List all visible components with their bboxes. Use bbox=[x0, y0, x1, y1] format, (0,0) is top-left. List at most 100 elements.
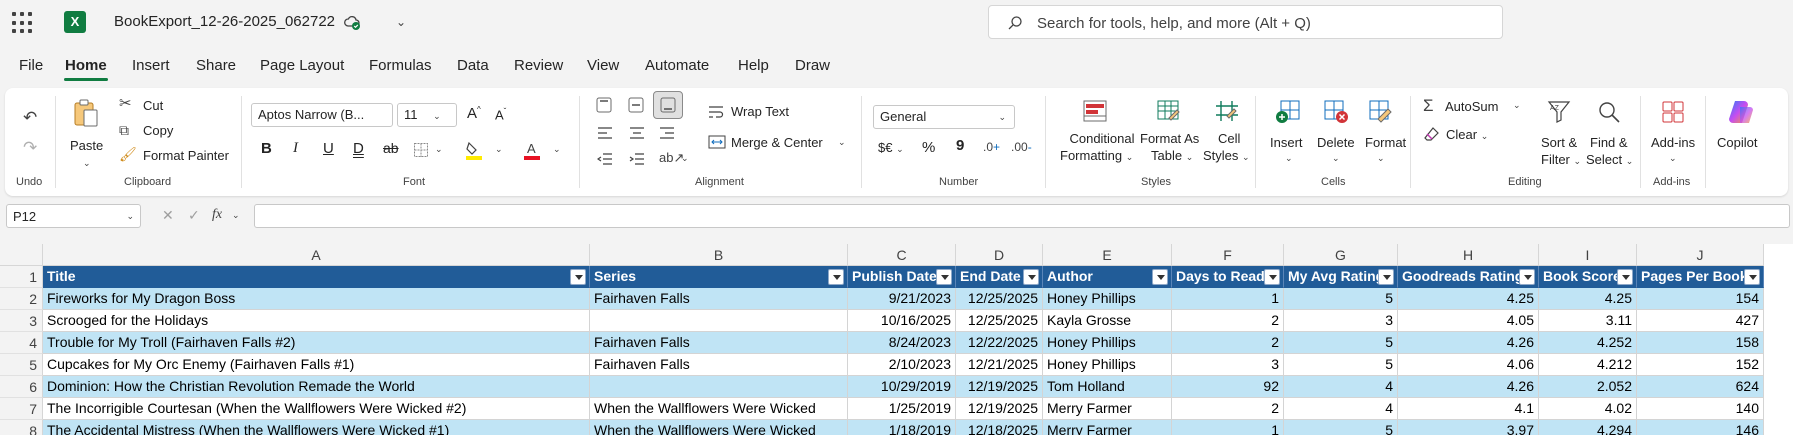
format-painter-button[interactable]: Format Painter bbox=[143, 148, 229, 163]
row-header-8[interactable]: 8 bbox=[0, 420, 43, 435]
table-cell[interactable]: Fireworks for My Dragon Boss bbox=[43, 288, 590, 310]
chevron-down-icon[interactable]: ⌄ bbox=[396, 15, 406, 29]
filter-dropdown-icon[interactable] bbox=[1519, 269, 1535, 285]
percent-style-button[interactable]: % bbox=[922, 139, 935, 156]
filter-dropdown-icon[interactable] bbox=[936, 269, 952, 285]
filter-dropdown-icon[interactable] bbox=[1617, 269, 1633, 285]
filter-dropdown-icon[interactable] bbox=[570, 269, 586, 285]
increase-font-size-button[interactable]: A^ bbox=[467, 105, 481, 122]
orientation-dropdown-icon[interactable]: ⌄ bbox=[681, 153, 689, 164]
font-size-dropdown[interactable]: 11 ⌄ bbox=[397, 103, 457, 127]
decrease-decimal-icon[interactable]: .00- bbox=[1011, 140, 1032, 154]
table-cell[interactable]: 2 bbox=[1172, 398, 1284, 420]
format-as-table-button[interactable]: Table ⌄ bbox=[1151, 148, 1193, 163]
tab-share[interactable]: Share bbox=[196, 57, 236, 74]
wrap-text-icon[interactable] bbox=[708, 105, 724, 119]
delete-dropdown-icon[interactable]: ⌄ bbox=[1332, 153, 1340, 164]
enter-icon[interactable]: ✓ bbox=[188, 207, 200, 224]
find-select-line1[interactable]: Find & bbox=[1590, 135, 1628, 150]
column-header-i[interactable]: I bbox=[1539, 244, 1637, 266]
table-cell[interactable]: Honey Phillips bbox=[1043, 354, 1172, 376]
table-header-cell[interactable]: Days to Read bbox=[1172, 266, 1284, 288]
table-cell[interactable]: 158 bbox=[1637, 332, 1764, 354]
tab-formulas[interactable]: Formulas bbox=[369, 57, 432, 74]
table-cell[interactable]: 12/25/2025 bbox=[956, 310, 1043, 332]
comma-style-button[interactable]: 9 bbox=[956, 137, 964, 154]
table-cell[interactable]: 12/21/2025 bbox=[956, 354, 1043, 376]
table-cell[interactable]: Fairhaven Falls bbox=[590, 332, 848, 354]
row-header-2[interactable]: 2 bbox=[0, 288, 43, 310]
tab-data[interactable]: Data bbox=[457, 57, 489, 74]
row-header-6[interactable]: 6 bbox=[0, 376, 43, 398]
find-select-button[interactable]: Select ⌄ bbox=[1586, 152, 1633, 167]
table-cell[interactable]: Trouble for My Troll (Fairhaven Falls #2… bbox=[43, 332, 590, 354]
table-cell[interactable]: 5 bbox=[1284, 332, 1398, 354]
number-format-dropdown[interactable]: General ⌄ bbox=[873, 105, 1015, 129]
format-cells-button[interactable]: Format bbox=[1365, 135, 1406, 150]
merge-center-icon[interactable] bbox=[708, 134, 726, 150]
conditional-formatting-line1[interactable]: Conditional bbox=[1066, 131, 1138, 146]
align-middle-icon[interactable] bbox=[627, 96, 645, 114]
table-cell[interactable]: 4.05 bbox=[1398, 310, 1539, 332]
table-cell[interactable]: Scrooged for the Holidays bbox=[43, 310, 590, 332]
table-cell[interactable]: 10/29/2019 bbox=[848, 376, 956, 398]
table-cell[interactable]: 140 bbox=[1637, 398, 1764, 420]
clear-eraser-icon[interactable] bbox=[1424, 126, 1440, 142]
column-header-g[interactable]: G bbox=[1284, 244, 1398, 266]
table-cell[interactable]: 12/22/2025 bbox=[956, 332, 1043, 354]
table-cell[interactable]: 4.252 bbox=[1539, 332, 1637, 354]
delete-cells-button[interactable]: Delete bbox=[1317, 135, 1355, 150]
table-cell[interactable]: 1 bbox=[1172, 420, 1284, 435]
tab-insert[interactable]: Insert bbox=[132, 57, 170, 74]
merge-dropdown-icon[interactable]: ⌄ bbox=[838, 137, 846, 148]
table-cell[interactable]: 4.294 bbox=[1539, 420, 1637, 435]
autosum-icon[interactable]: Σ bbox=[1423, 96, 1434, 116]
table-cell[interactable]: 1 bbox=[1172, 288, 1284, 310]
insert-cells-icon[interactable] bbox=[1275, 100, 1301, 124]
table-cell[interactable]: 12/19/2025 bbox=[956, 376, 1043, 398]
row-header-4[interactable]: 4 bbox=[0, 332, 43, 354]
align-bottom-button[interactable] bbox=[653, 91, 683, 119]
column-header-f[interactable]: F bbox=[1172, 244, 1284, 266]
fill-color-dropdown-icon[interactable]: ⌄ bbox=[495, 144, 503, 155]
copilot-button[interactable]: Copilot bbox=[1717, 135, 1757, 150]
table-cell[interactable]: 3 bbox=[1284, 310, 1398, 332]
table-cell[interactable]: When the Wallflowers Were Wicked bbox=[590, 420, 848, 435]
table-cell[interactable]: 4.02 bbox=[1539, 398, 1637, 420]
tab-home[interactable]: Home bbox=[65, 57, 107, 74]
conditional-formatting-button[interactable]: Formatting ⌄ bbox=[1060, 148, 1133, 163]
cut-icon[interactable]: ✂ bbox=[119, 94, 132, 112]
table-header-cell[interactable]: End Date bbox=[956, 266, 1043, 288]
align-right-icon[interactable] bbox=[659, 126, 675, 140]
table-header-cell[interactable]: My Avg Rating bbox=[1284, 266, 1398, 288]
filter-dropdown-icon[interactable] bbox=[1264, 269, 1280, 285]
table-cell[interactable]: Fairhaven Falls bbox=[590, 354, 848, 376]
copy-icon[interactable]: ⧉ bbox=[119, 122, 129, 139]
table-cell[interactable]: 12/19/2025 bbox=[956, 398, 1043, 420]
table-cell[interactable]: 8/24/2023 bbox=[848, 332, 956, 354]
clear-button[interactable]: Clear ⌄ bbox=[1446, 127, 1488, 142]
italic-icon[interactable]: I bbox=[293, 140, 298, 157]
table-cell[interactable]: 2/10/2023 bbox=[848, 354, 956, 376]
table-header-cell[interactable]: Publish Date bbox=[848, 266, 956, 288]
redo-icon[interactable]: ↷ bbox=[23, 138, 37, 158]
sort-filter-line1[interactable]: Sort & bbox=[1541, 135, 1577, 150]
format-as-table-icon[interactable] bbox=[1157, 100, 1181, 122]
table-cell[interactable]: 146 bbox=[1637, 420, 1764, 435]
font-color-icon[interactable]: A bbox=[523, 140, 541, 160]
table-cell[interactable]: 4.1 bbox=[1398, 398, 1539, 420]
insert-function-icon[interactable]: fx bbox=[212, 207, 222, 223]
cell-styles-button[interactable]: Styles ⌄ bbox=[1203, 148, 1250, 163]
table-header-cell[interactable]: Title bbox=[43, 266, 590, 288]
filter-dropdown-icon[interactable] bbox=[1023, 269, 1039, 285]
filter-dropdown-icon[interactable] bbox=[1744, 269, 1760, 285]
table-cell[interactable]: 5 bbox=[1284, 420, 1398, 435]
column-header-j[interactable]: J bbox=[1637, 244, 1764, 266]
table-cell[interactable]: 10/16/2025 bbox=[848, 310, 956, 332]
table-cell[interactable]: 4 bbox=[1284, 398, 1398, 420]
align-left-icon[interactable] bbox=[597, 126, 613, 140]
table-cell[interactable]: 5 bbox=[1284, 354, 1398, 376]
tab-file[interactable]: File bbox=[19, 57, 43, 74]
table-header-cell[interactable]: Book Score bbox=[1539, 266, 1637, 288]
cell-styles-line1[interactable]: Cell bbox=[1218, 131, 1240, 146]
